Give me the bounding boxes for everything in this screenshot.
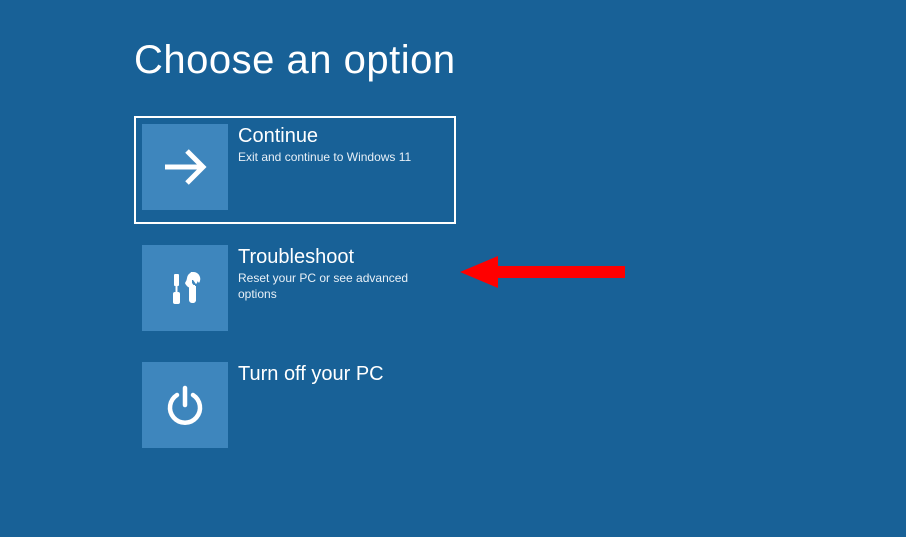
annotation-arrow-icon: [460, 252, 630, 292]
tools-icon: [142, 245, 228, 331]
option-continue[interactable]: Continue Exit and continue to Windows 11: [134, 116, 456, 224]
option-desc: Exit and continue to Windows 11: [238, 150, 448, 166]
option-title: Turn off your PC: [238, 362, 448, 386]
option-turnoff[interactable]: Turn off your PC: [134, 354, 456, 458]
option-title: Troubleshoot: [238, 245, 448, 269]
options-list: Continue Exit and continue to Windows 11: [134, 116, 456, 471]
arrow-right-icon: [142, 124, 228, 210]
option-text: Turn off your PC: [228, 362, 448, 388]
power-icon: [142, 362, 228, 448]
option-desc: Reset your PC or see advanced options: [238, 271, 448, 302]
option-title: Continue: [238, 124, 448, 148]
option-troubleshoot[interactable]: Troubleshoot Reset your PC or see advanc…: [134, 237, 456, 341]
option-text: Troubleshoot Reset your PC or see advanc…: [228, 245, 448, 302]
option-text: Continue Exit and continue to Windows 11: [228, 124, 448, 166]
page-title: Choose an option: [134, 38, 456, 83]
